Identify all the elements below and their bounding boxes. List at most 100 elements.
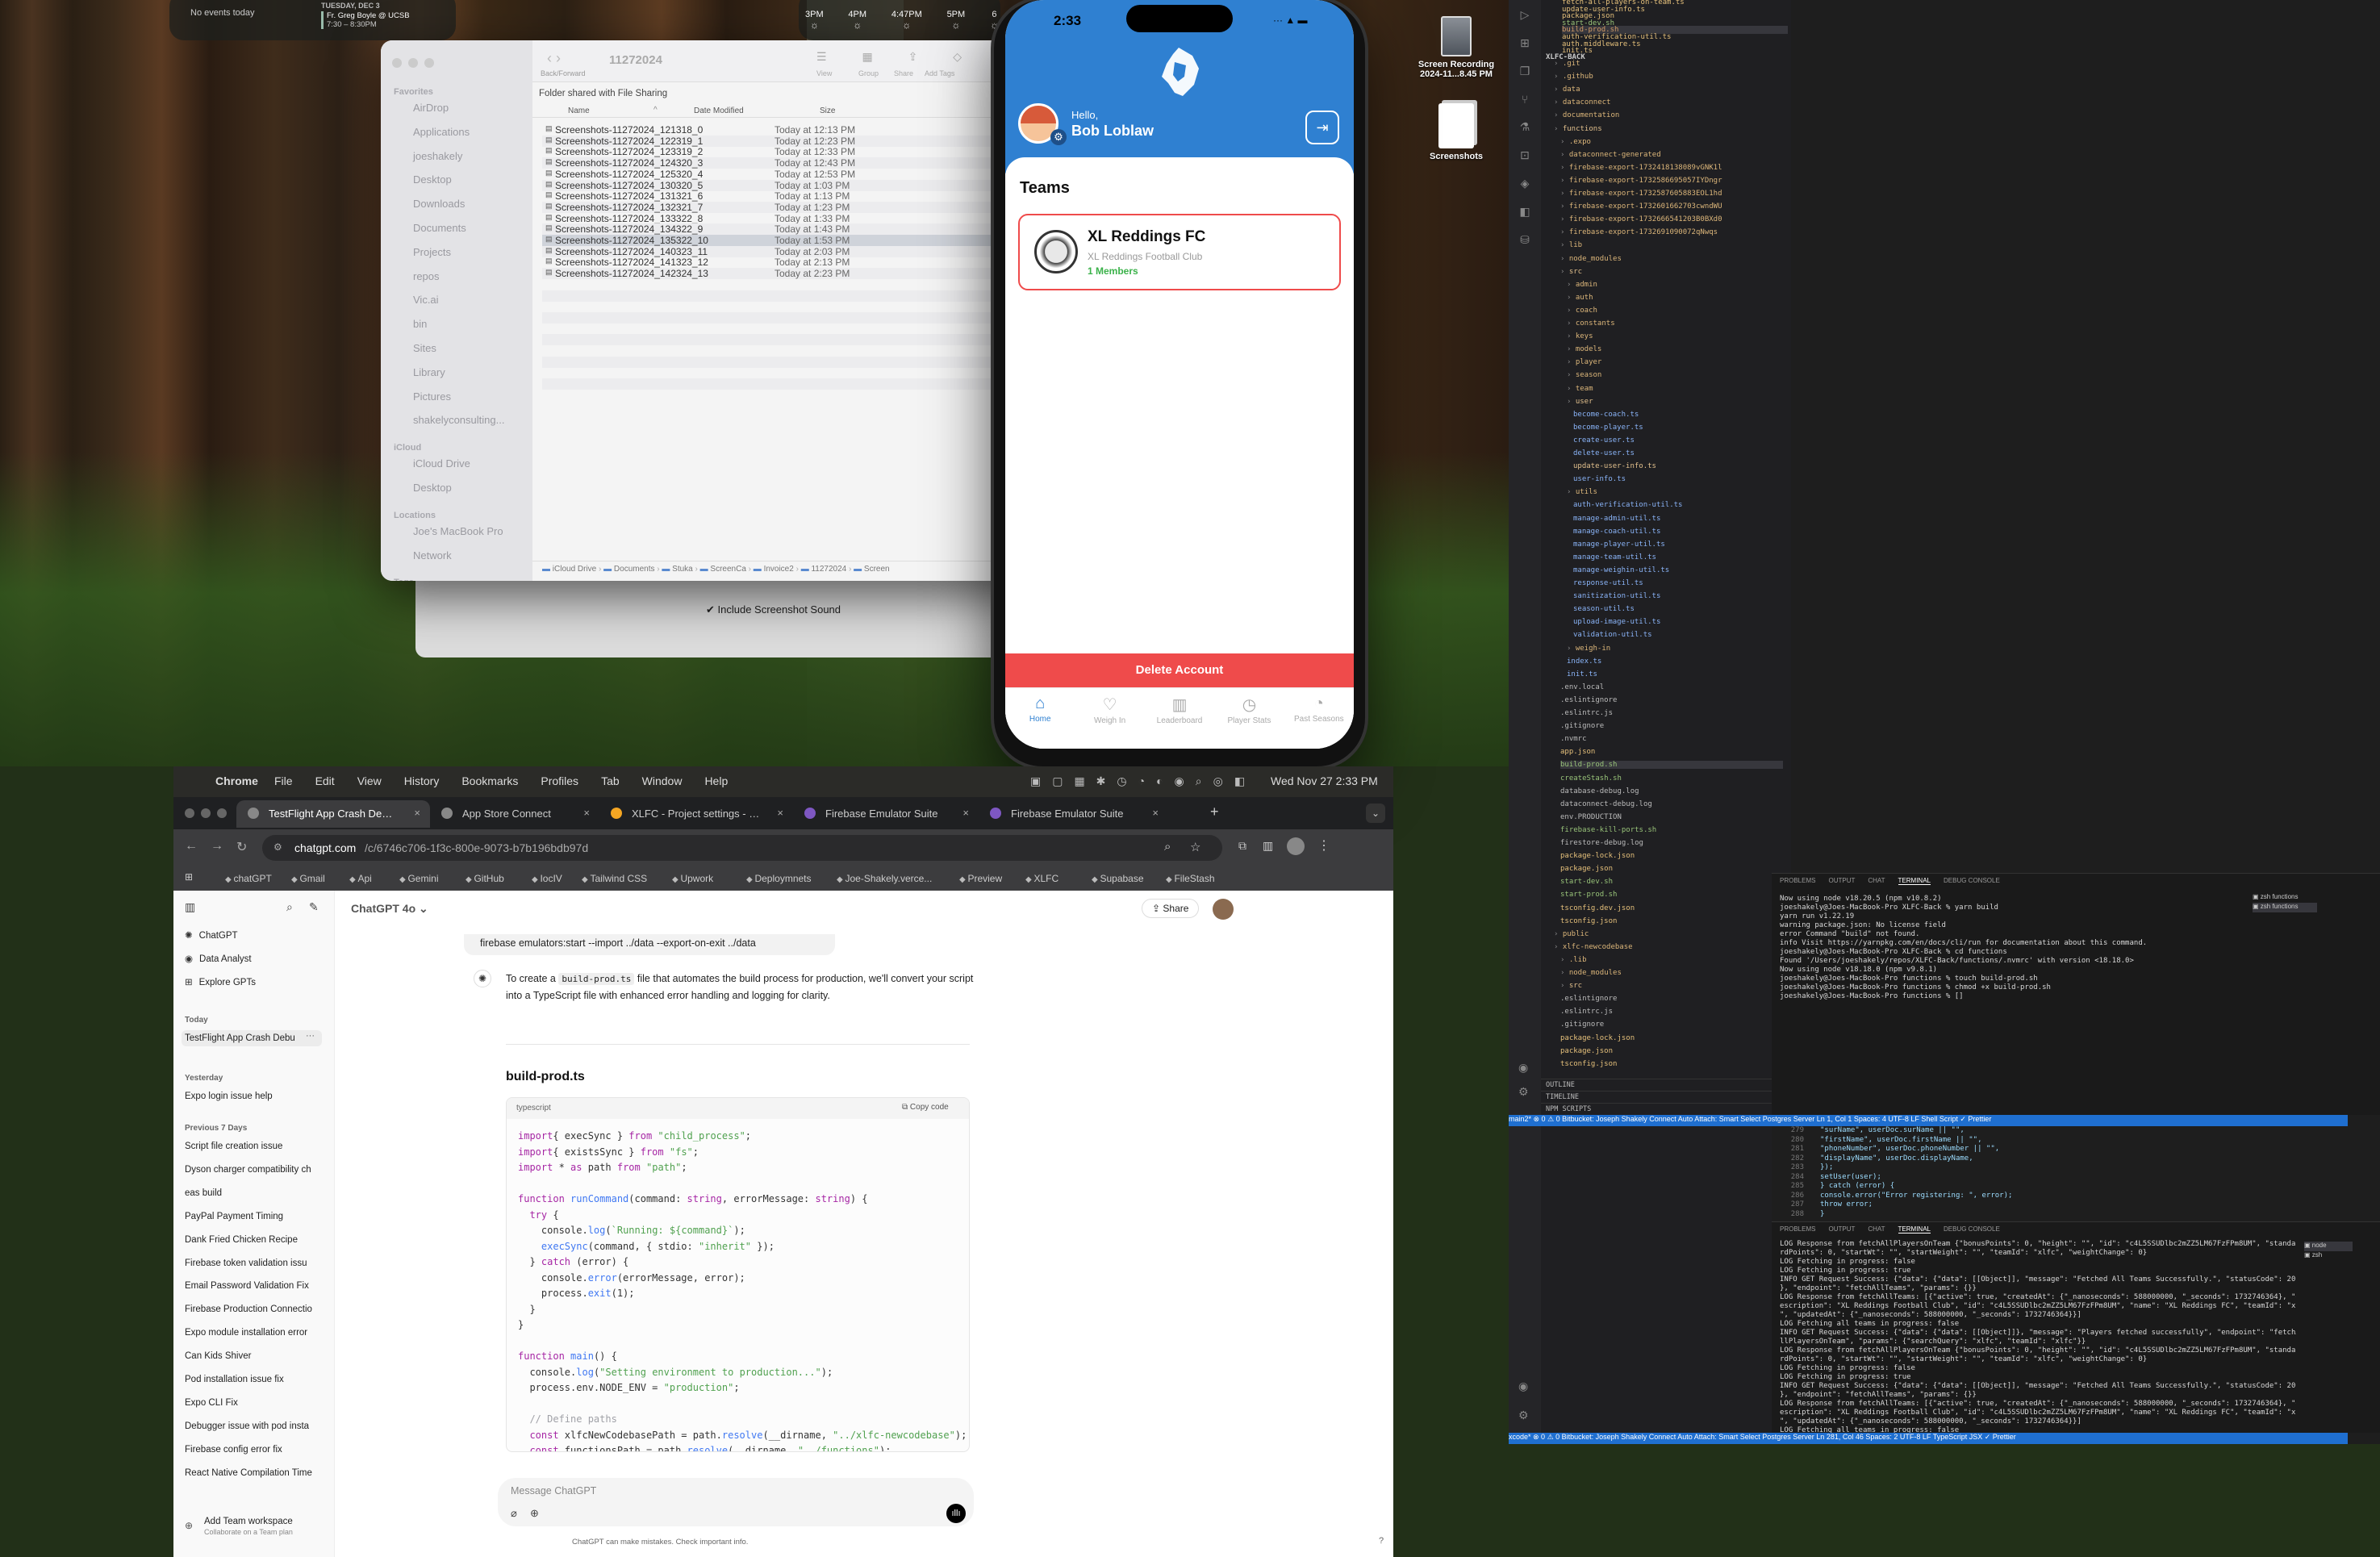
new-tab-button[interactable]: + (1210, 804, 1219, 820)
delete-account-button[interactable]: Delete Account (1005, 653, 1354, 687)
tree-item[interactable]: env.PRODUCTION (1560, 813, 1622, 821)
file-row[interactable]: ▤ Screenshots-11272024_125320_4 Today at 1… (542, 169, 1034, 180)
team-card[interactable]: XL Reddings FC XL Reddings Football Club… (1018, 214, 1341, 290)
terminal-output[interactable]: Now using node v18.20.5 (npm v10.8.2) joe… (1780, 895, 2248, 1001)
apps-grid-icon[interactable]: ⊞ (185, 871, 193, 883)
tree-item[interactable]: › player (1567, 358, 1601, 366)
bookmark-item[interactable]: ◆ Preview (959, 873, 1002, 884)
share-icon[interactable]: ⇪ (908, 50, 918, 64)
finder-window[interactable]: Favorites AirDrop Applications joeshakely De… (381, 40, 1042, 581)
sidebar-item-data-analyst[interactable]: ◉ Data Analyst (185, 953, 322, 964)
tree-item[interactable]: › admin (1567, 281, 1597, 289)
chat-item[interactable]: PayPal Payment Timing (185, 1212, 322, 1221)
file-row[interactable]: ▤ Screenshots-11272024_132321_7 Today at 1… (542, 201, 1034, 213)
tree-item[interactable]: app.json (1560, 748, 1595, 756)
file-row[interactable]: ▤ Screenshots-11272024_140323_11 Today at … (542, 245, 1034, 257)
panel-tab[interactable]: TERMINAL (1898, 877, 1931, 885)
chat-item[interactable]: Can Kids Shiver (185, 1351, 322, 1361)
panel-tab[interactable]: PROBLEMS (1780, 1225, 1815, 1233)
tab-close-icon[interactable]: × (583, 807, 590, 819)
tree-item[interactable]: create-user.ts (1573, 436, 1635, 445)
panel-tab[interactable]: DEBUG CONSOLE (1944, 877, 2000, 885)
sidebar-item[interactable]: Documents (413, 222, 466, 234)
tree-item[interactable]: › src (1560, 982, 1582, 990)
file-row[interactable]: ▤ Screenshots-11272024_134322_9 Today at 1… (542, 223, 1034, 236)
file-row[interactable]: ▤ Screenshots-11272024_142324_13 Today at … (542, 268, 1034, 280)
chat-item[interactable]: Pod installation issue fix (185, 1375, 322, 1384)
tree-item[interactable]: .eslintignore (1560, 995, 1617, 1003)
tree-item[interactable]: › firebase-export-1732691090072qNwqs (1560, 228, 1718, 236)
menu-item[interactable]: Window (642, 774, 683, 787)
tree-item[interactable]: .eslintignore (1560, 696, 1617, 704)
share-button[interactable]: ⇪ Share (1142, 899, 1200, 918)
tree-item[interactable]: › src (1560, 268, 1582, 276)
menu-item[interactable]: Tab (601, 774, 620, 787)
chat-item-active[interactable]: TestFlight App Crash Debu (182, 1030, 322, 1046)
sidebar-toggle-icon[interactable]: ▥ (185, 900, 195, 914)
view-label[interactable]: View (816, 69, 832, 77)
panel-tab[interactable]: OUTPUT (1828, 1225, 1855, 1233)
tab-home[interactable]: ⌂ Home (1005, 688, 1075, 749)
help-icon[interactable]: ? (1379, 1536, 1384, 1546)
tree-item[interactable]: › keys (1567, 332, 1593, 340)
sidebar-item[interactable]: Library (413, 366, 445, 378)
desktop-icon-screenshots[interactable]: Screenshots (1408, 103, 1505, 161)
tree-item[interactable]: › user (1567, 398, 1593, 406)
menu-item[interactable]: File (274, 774, 293, 787)
sidebar-item[interactable]: AirDrop (413, 102, 449, 114)
tree-item[interactable]: firestore-debug.log (1560, 839, 1643, 847)
menu-item[interactable]: Bookmarks (461, 774, 518, 787)
tree-item[interactable]: response-util.ts (1573, 579, 1643, 587)
tab-close-icon[interactable]: × (962, 807, 969, 819)
editor-code[interactable]: 279 "surName", userDoc.surName || "", 280 "… (1772, 1126, 2336, 1219)
tree-item[interactable]: › .lib (1560, 956, 1587, 964)
explorer-icon[interactable]: ❐ (1520, 65, 1530, 78)
chat-item[interactable]: Email Password Validation Fix (185, 1281, 322, 1291)
source-control-icon[interactable]: ⑂ (1522, 93, 1528, 106)
tree-item[interactable]: package-lock.json (1560, 852, 1635, 860)
menu-item[interactable]: History (404, 774, 440, 787)
tree-item[interactable]: delete-user.ts (1573, 449, 1635, 457)
terminal-instance[interactable]: ▣ zsh (2304, 1251, 2353, 1261)
chrome-tab[interactable]: Firebase Emulator Suite × (793, 800, 979, 828)
timeline-section[interactable]: TIMELINE (1541, 1091, 1791, 1103)
tree-item[interactable]: › node_modules (1560, 255, 1622, 263)
menu-app-name[interactable]: Chrome (215, 774, 258, 787)
back-forward-buttons[interactable]: ‹ › (547, 50, 561, 67)
tree-item[interactable]: › dataconnect (1554, 98, 1610, 106)
file-row[interactable]: ▤ Screenshots-11272024_121318_0 Today at 1… (542, 124, 1034, 136)
model-selector[interactable]: ChatGPT 4o ⌄ (351, 902, 428, 916)
tree-item[interactable]: › weigh-in (1567, 645, 1610, 653)
tree-item[interactable]: manage-coach-util.ts (1573, 528, 1660, 536)
add-tags-label[interactable]: Add Tags (925, 69, 954, 77)
tree-item[interactable]: become-player.ts (1573, 424, 1643, 432)
tree-item[interactable]: dataconnect-debug.log (1560, 800, 1652, 808)
tree-item[interactable]: auth-verification-util.ts (1573, 501, 1682, 509)
chat-item[interactable]: Dank Fried Chicken Recipe (185, 1235, 322, 1245)
tree-item[interactable]: › xlfc-newcodebase (1554, 943, 1633, 951)
group-label[interactable]: Group (858, 69, 879, 77)
column-size[interactable]: Size (820, 106, 835, 115)
tree-item[interactable]: › models (1567, 345, 1601, 353)
globe-icon[interactable]: ⊕ (530, 1507, 539, 1520)
tree-item[interactable]: › dataconnect-generated (1560, 151, 1661, 159)
chat-item[interactable]: Dyson charger compatibility ch (185, 1165, 322, 1175)
tree-item[interactable]: package.json (1560, 865, 1613, 873)
tab-close-icon[interactable]: × (1152, 807, 1159, 819)
tree-item[interactable]: package.json (1560, 1047, 1613, 1055)
settings-gear-icon[interactable]: ⚙ (1518, 1085, 1529, 1099)
file-row[interactable]: ▤ Screenshots-11272024_131321_6 Today at 1… (542, 190, 1034, 202)
tree-item[interactable]: .env.local (1560, 683, 1604, 691)
tree-item[interactable]: manage-team-util.ts (1573, 553, 1656, 561)
message-composer[interactable]: Message ChatGPT ⌀ ⊕ ıllı (498, 1478, 974, 1526)
tree-item[interactable]: manage-player-util.ts (1573, 541, 1665, 549)
sidebar-item-chatgpt[interactable]: ✺ ChatGPT (185, 929, 322, 941)
chrome-tab[interactable]: Firebase Emulator Suite × (979, 800, 1168, 828)
file-row[interactable]: ▤ Screenshots-11272024_124320_3 Today at 1… (542, 157, 1034, 169)
panel-tab[interactable]: PROBLEMS (1780, 877, 1815, 885)
tree-item[interactable]: start-prod.sh (1560, 891, 1617, 899)
close-button[interactable] (392, 58, 402, 68)
file-row[interactable]: ▤ Screenshots-11272024_123319_2 Today at 1… (542, 146, 1034, 157)
tree-item[interactable]: tsconfig.json (1560, 1060, 1617, 1068)
chrome-window[interactable]: Chrome File Edit View History Bookmarks Profi… (173, 766, 1393, 1557)
